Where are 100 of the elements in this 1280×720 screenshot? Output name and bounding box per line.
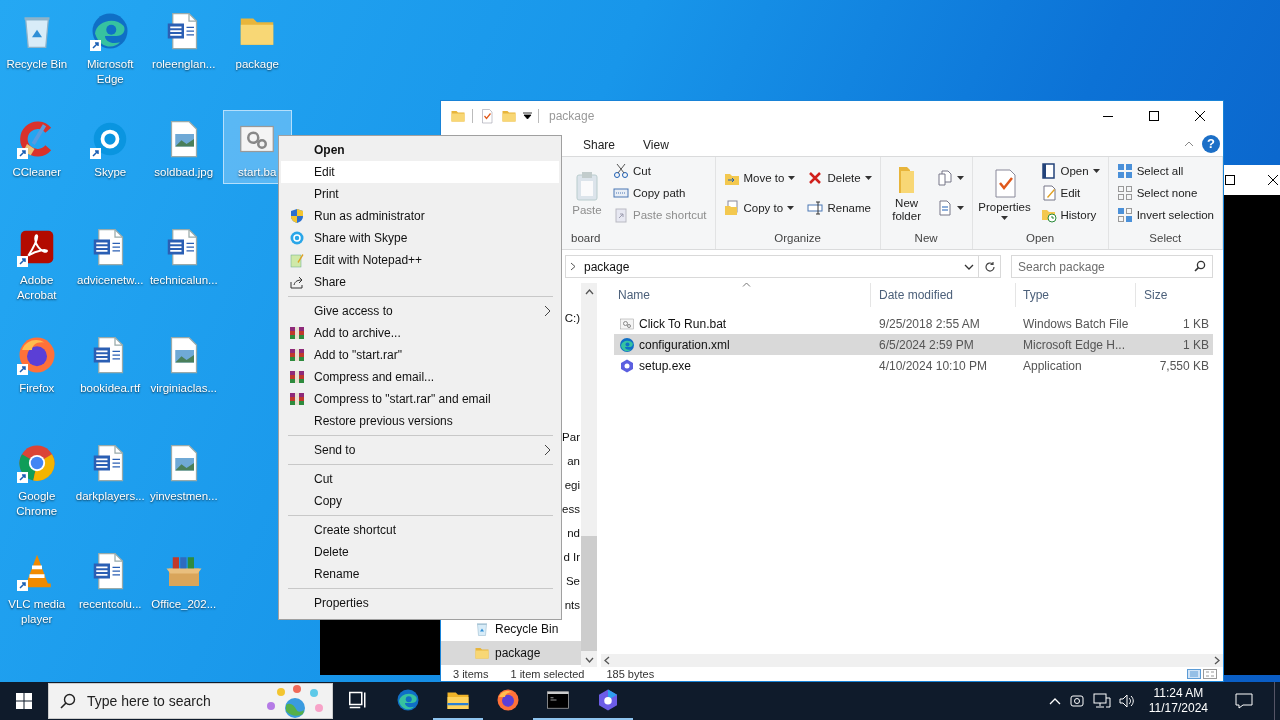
ribbon-button[interactable]: Properties xyxy=(978,166,1031,220)
path-icon xyxy=(613,185,629,201)
ribbon-button[interactable]: Rename xyxy=(805,196,874,219)
shortcut-arrow-icon xyxy=(16,256,28,267)
scroll-right-icon[interactable] xyxy=(1214,656,1220,665)
menu-item[interactable]: Give access to xyxy=(281,300,559,322)
menu-item[interactable]: Edit with Notepad++ xyxy=(281,249,559,271)
column-header[interactable]: Type xyxy=(1016,283,1136,307)
nav-item[interactable]: package xyxy=(441,641,581,665)
camera-icon[interactable] xyxy=(1068,693,1085,709)
caret-icon xyxy=(864,176,872,181)
search-icon[interactable] xyxy=(1194,260,1206,272)
menu-item[interactable]: Copy xyxy=(281,490,559,512)
taskbar-search-field[interactable]: Type here to search xyxy=(48,683,333,719)
ribbon-button[interactable]: History xyxy=(1038,204,1102,226)
maximize-icon xyxy=(1149,111,1159,121)
clock-time: 11:24 AM xyxy=(1153,686,1204,701)
menu-item[interactable]: Restore previous versions xyxy=(281,410,559,432)
folder-icon xyxy=(501,108,517,124)
menu-item[interactable]: Compress to "start.rar" and email xyxy=(281,388,559,410)
chevron-right-icon xyxy=(570,262,576,271)
folder-icon xyxy=(450,108,466,124)
chevron-up-icon[interactable] xyxy=(1048,697,1061,705)
menu-item[interactable]: Edit xyxy=(281,161,559,183)
table-cell-text: setup.exe xyxy=(639,358,693,373)
file-row[interactable]: configuration.xml 6/5/2024 2:59 PM Microsoft Edge H... 1 KB xyxy=(614,334,1213,355)
ribbon-button[interactable]: Move to xyxy=(721,167,798,190)
caret-icon[interactable] xyxy=(523,112,532,120)
menu-item[interactable]: Add to "start.rar" xyxy=(281,344,559,366)
fox-browser-icon xyxy=(496,688,520,712)
address-bar[interactable]: package xyxy=(565,255,979,278)
scroll-down-icon[interactable] xyxy=(584,657,594,663)
refresh-button[interactable] xyxy=(979,255,1001,278)
menu-item[interactable]: Send to xyxy=(281,439,559,461)
select-none-icon xyxy=(1116,185,1133,201)
menu-item[interactable]: Share xyxy=(281,271,559,293)
table-cell-text: 1 KB xyxy=(1182,316,1209,331)
network-icon[interactable] xyxy=(1092,693,1111,709)
volume-icon[interactable] xyxy=(1118,693,1135,709)
nav-item[interactable]: Recycle Bin xyxy=(441,617,581,641)
status-text: 1 item selected xyxy=(510,668,585,680)
maximize-icon[interactable] xyxy=(1225,175,1235,185)
ribbon-tab[interactable]: View xyxy=(629,132,683,155)
tiles-view-icon[interactable] xyxy=(1203,669,1217,679)
table-cell-text: 1 KB xyxy=(1182,337,1209,352)
ribbon-button[interactable]: Invert selection xyxy=(1114,204,1216,226)
column-header[interactable]: Name xyxy=(614,283,871,307)
chevron-down-icon[interactable] xyxy=(964,263,974,270)
menu-item[interactable]: Add to archive... xyxy=(281,322,559,344)
menu-item[interactable]: Delete xyxy=(281,541,559,563)
scroll-left-icon[interactable] xyxy=(604,656,610,665)
ribbon-button[interactable]: Edit xyxy=(1038,182,1102,204)
folder-copy-icon xyxy=(723,199,740,216)
document-icon xyxy=(936,199,953,216)
ribbon-button[interactable]: Cut xyxy=(611,160,709,182)
column-header[interactable]: Size xyxy=(1136,283,1213,307)
table-cell-text: 6/5/2024 2:59 PM xyxy=(878,337,975,352)
menu-item[interactable]: Cut xyxy=(281,468,559,490)
collapse-ribbon-icon[interactable] xyxy=(1184,140,1194,147)
menu-item[interactable]: Run as administrator xyxy=(281,205,559,227)
caret-icon xyxy=(787,205,795,210)
select-all-icon xyxy=(1116,163,1133,179)
status-text: 3 items xyxy=(453,668,489,680)
caret-icon xyxy=(956,205,964,210)
menu-item[interactable]: Properties xyxy=(281,592,559,614)
ribbon-button[interactable]: New folder xyxy=(886,163,927,223)
table-cell-text: Click To Run.bat xyxy=(639,316,728,331)
gears-file-icon xyxy=(619,315,635,332)
caret-icon xyxy=(1092,169,1100,173)
ribbon-button[interactable]: Copy to xyxy=(721,196,798,219)
scroll-thumb[interactable] xyxy=(581,536,597,651)
scroll-up-icon[interactable] xyxy=(584,289,594,295)
ribbon-button[interactable]: Delete xyxy=(805,167,874,190)
close-icon[interactable] xyxy=(1268,175,1278,185)
table-cell-text: Application xyxy=(1022,358,1083,373)
caret-icon xyxy=(1001,215,1008,220)
ribbon-button[interactable]: Select none xyxy=(1114,182,1216,204)
ribbon-button[interactable]: Select all xyxy=(1114,160,1216,182)
help-button[interactable]: ? xyxy=(1202,134,1220,153)
file-row[interactable]: Click To Run.bat 9/25/2018 2:55 AM Windows Batch File 1 KB xyxy=(614,313,1213,334)
ribbon-button[interactable]: Copy path xyxy=(611,182,709,204)
menu-item[interactable]: Share with Skype xyxy=(281,227,559,249)
ribbon-tab[interactable]: Share xyxy=(569,132,630,155)
column-header[interactable]: Date modified xyxy=(871,283,1016,307)
group-label: board xyxy=(571,232,602,244)
table-cell-text: 9/25/2018 2:55 AM xyxy=(878,316,981,331)
search-field[interactable]: Search package xyxy=(1011,255,1213,278)
file-row[interactable]: setup.exe 4/10/2024 10:10 PM Application 7,550 KB xyxy=(614,355,1213,376)
address-path[interactable]: package xyxy=(584,259,956,274)
menu-item[interactable]: Rename xyxy=(281,563,559,585)
browser-icon xyxy=(396,688,420,712)
group-label: Organize xyxy=(773,232,822,244)
menu-item[interactable]: Create shortcut xyxy=(281,519,559,541)
menu-item[interactable]: Compress and email... xyxy=(281,366,559,388)
folder-icon xyxy=(474,645,490,661)
clock[interactable]: 11:24 AM 11/17/2024 xyxy=(1148,686,1208,716)
chevron-right-icon xyxy=(544,305,551,317)
ribbon-button[interactable]: Open xyxy=(1038,160,1102,182)
scissors-icon xyxy=(613,163,629,179)
menu-item[interactable]: Print xyxy=(281,183,559,205)
